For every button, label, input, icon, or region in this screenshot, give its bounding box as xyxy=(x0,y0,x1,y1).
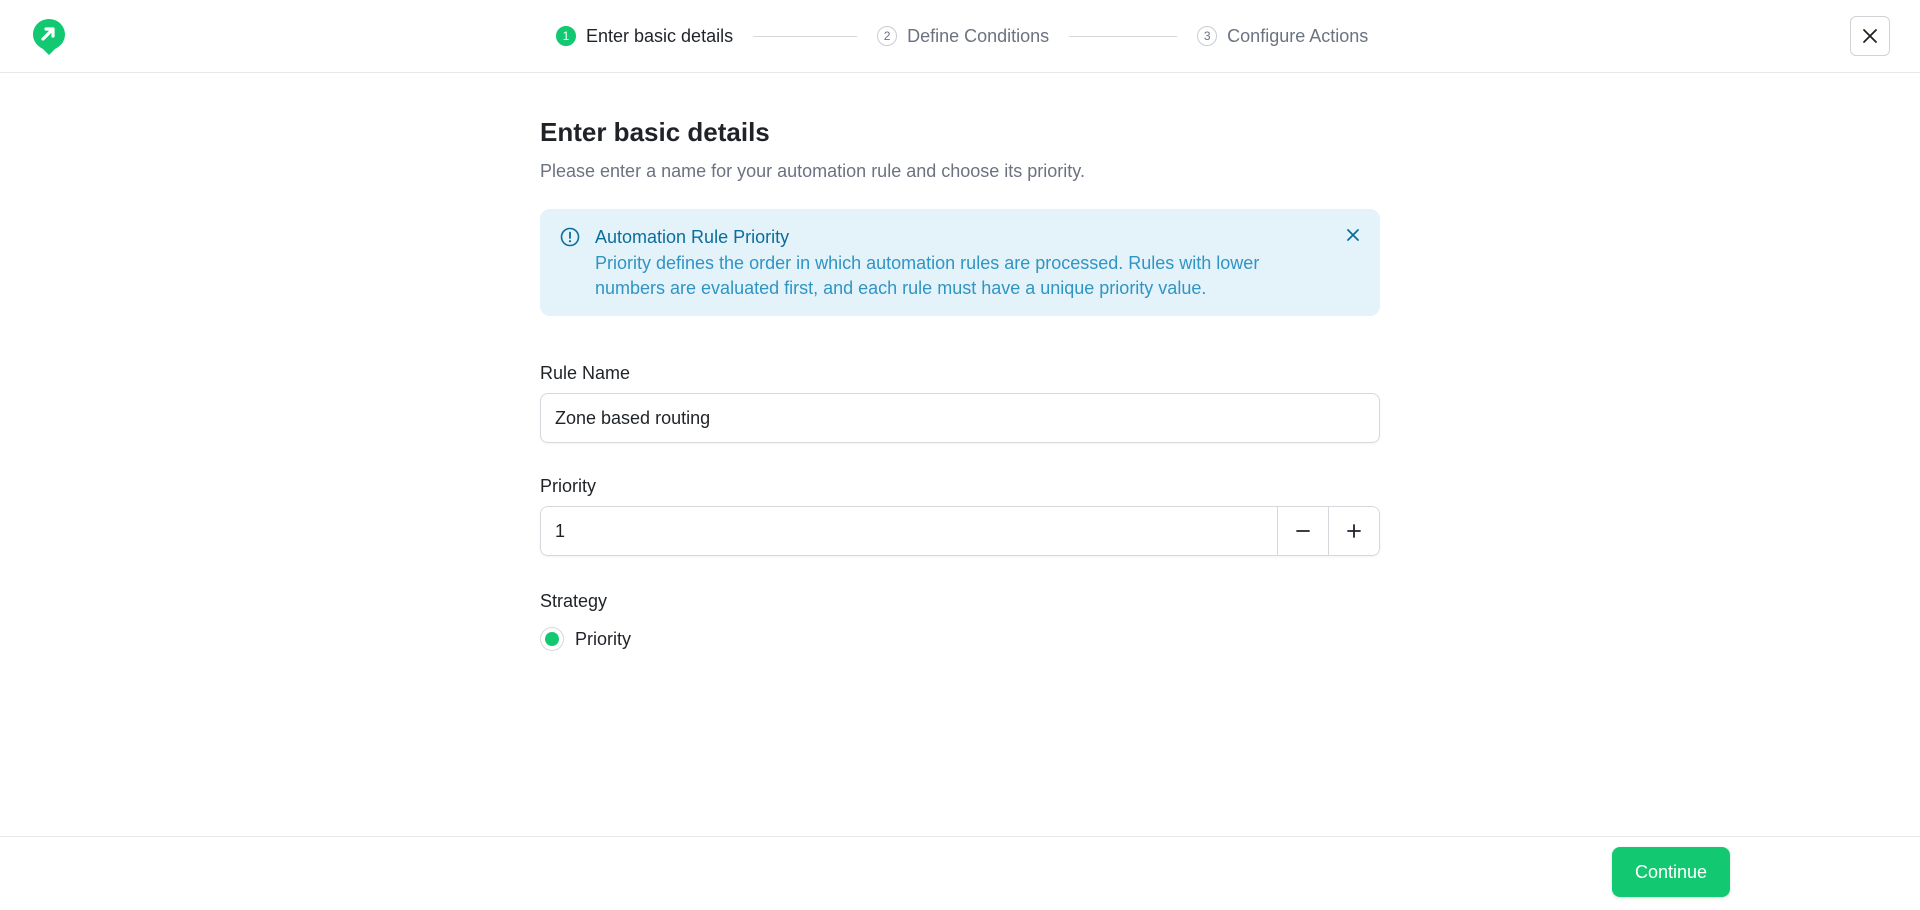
close-icon xyxy=(1347,229,1359,241)
close-icon xyxy=(1863,29,1877,43)
strategy-label: Strategy xyxy=(540,591,608,611)
close-button[interactable] xyxy=(1850,16,1890,56)
plus-icon xyxy=(1347,524,1361,538)
brand-logo-icon xyxy=(33,19,65,55)
step-define-conditions[interactable]: 2 Define Conditions xyxy=(877,26,1049,47)
footer: Continue xyxy=(0,836,1920,910)
step-number: 2 xyxy=(877,26,898,46)
basic-details-form: Enter basic details Please enter a name … xyxy=(540,115,1380,651)
priority-stepper xyxy=(540,506,1380,556)
decrement-button[interactable] xyxy=(1277,507,1328,555)
radio-button[interactable] xyxy=(540,627,564,651)
strategy-radio-priority[interactable]: Priority xyxy=(540,627,1380,651)
step-enter-basic-details[interactable]: 1 Enter basic details xyxy=(556,26,733,47)
page-title: Enter basic details xyxy=(540,117,770,147)
increment-button[interactable] xyxy=(1328,507,1379,555)
step-number: 3 xyxy=(1197,26,1218,46)
rule-name-label: Rule Name xyxy=(540,363,631,383)
priority-input[interactable] xyxy=(541,507,1277,555)
page-subtitle: Please enter a name for your automation … xyxy=(540,161,1085,181)
step-connector xyxy=(1069,35,1178,37)
step-connector xyxy=(753,35,858,37)
continue-button[interactable]: Continue xyxy=(1612,847,1730,897)
rule-name-input[interactable] xyxy=(540,393,1380,443)
info-icon xyxy=(560,227,580,247)
minus-icon xyxy=(1296,530,1310,532)
priority-label: Priority xyxy=(540,476,597,496)
alert-close-button[interactable] xyxy=(1342,224,1364,246)
radio-selected-dot xyxy=(545,632,559,646)
step-label: Enter basic details xyxy=(586,25,734,46)
header: 1 Enter basic details 2 Define Condition… xyxy=(0,0,1920,73)
wizard-stepper: 1 Enter basic details 2 Define Condition… xyxy=(556,24,1368,48)
alert-body: Priority defines the order in which auto… xyxy=(595,253,1260,298)
radio-label: Priority xyxy=(575,628,632,649)
alert-title: Automation Rule Priority xyxy=(595,227,790,247)
step-label: Define Conditions xyxy=(907,25,1050,46)
step-label: Configure Actions xyxy=(1227,25,1369,46)
step-number: 1 xyxy=(556,26,576,46)
step-configure-actions[interactable]: 3 Configure Actions xyxy=(1197,26,1368,47)
priority-info-alert: Automation Rule Priority Priority define… xyxy=(540,209,1380,316)
